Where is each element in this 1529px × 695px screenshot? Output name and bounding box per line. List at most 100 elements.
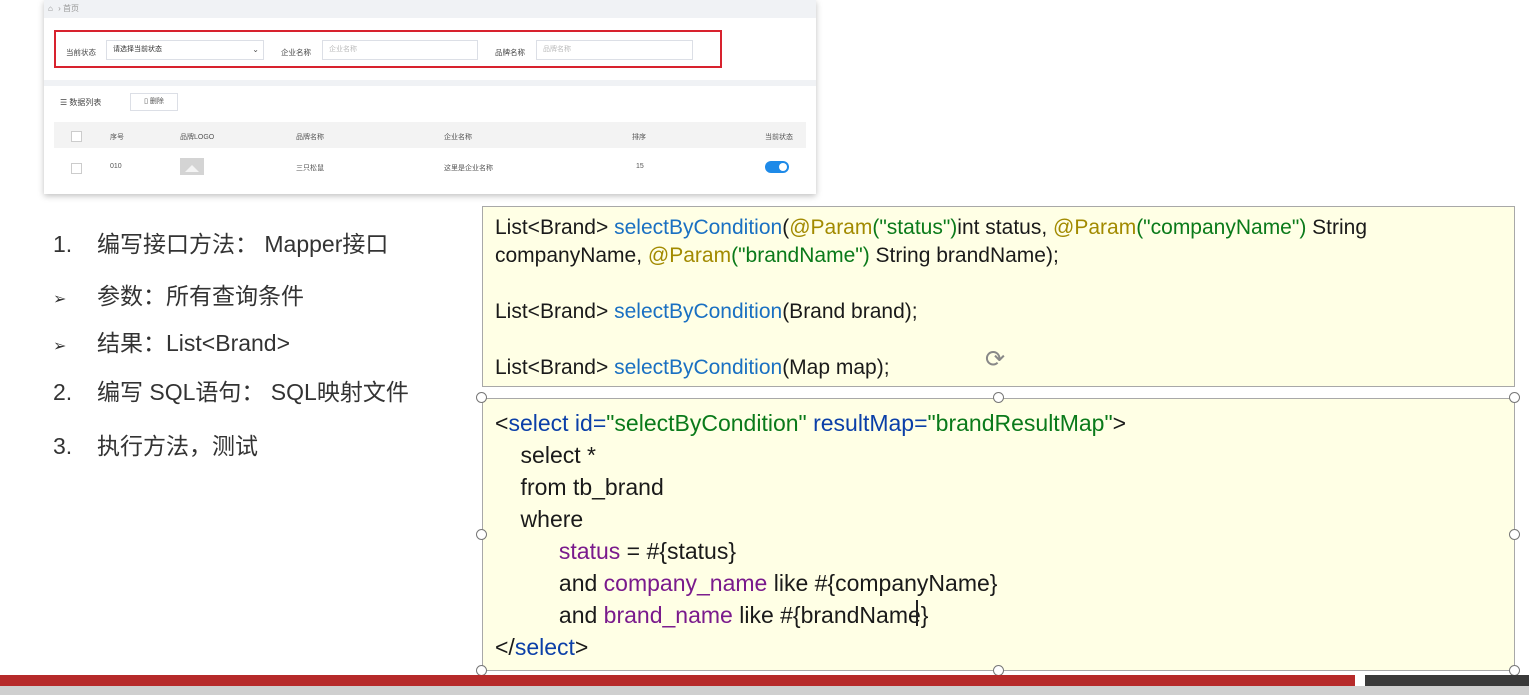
- row-brand-name: 三只松鼠: [296, 165, 324, 172]
- outline-marker: 2.: [53, 379, 73, 405]
- list-icon: ☰: [60, 98, 68, 107]
- code-text: >: [1112, 410, 1127, 436]
- code-text: = #{status}: [620, 538, 737, 564]
- outline-marker: 3.: [53, 433, 73, 459]
- code-method-name: selectByCondition: [614, 356, 783, 379]
- resize-handle-top[interactable]: [993, 392, 1004, 403]
- code-text: <: [495, 410, 509, 436]
- code-attribute: id=: [568, 410, 607, 436]
- code-text: List<Brand>: [495, 300, 615, 323]
- code-string: "brandResultMap": [927, 410, 1113, 436]
- code-tag: select: [508, 410, 569, 436]
- code-text: String brandName);: [869, 244, 1059, 267]
- column-header-id: 序号: [110, 134, 124, 141]
- code-line-brand: and brand_name like #{brandName}: [495, 599, 1502, 631]
- column-header-logo: 品牌LOGO: [180, 134, 215, 141]
- table-header: [54, 122, 806, 148]
- image-placeholder-icon: [180, 158, 204, 175]
- code-line-from: from tb_brand: [495, 474, 664, 500]
- text-cursor: [916, 600, 918, 626]
- rotate-handle-icon[interactable]: ⟳: [985, 345, 1005, 374]
- data-list-title: ☰ 数据列表: [60, 97, 101, 108]
- footer-bar-red: [0, 675, 1355, 686]
- outline-marker: 1.: [53, 231, 73, 257]
- footer-bar-gray: [0, 686, 1529, 695]
- code-text: and: [558, 602, 604, 628]
- column-header-brand: 品牌名称: [296, 134, 324, 141]
- breadcrumb-home[interactable]: 首页: [63, 4, 79, 13]
- breadcrumb-separator: ›: [58, 4, 61, 13]
- status-select[interactable]: 请选择当前状态 ⌄: [106, 40, 264, 60]
- code-text: like #{companyName}: [767, 570, 998, 596]
- code-line-params: List<Brand> selectByCondition(@Param("st…: [495, 214, 1502, 270]
- outline-text: 参数：所有查询条件: [97, 283, 304, 309]
- filter-panel: 当前状态 请选择当前状态 ⌄ 企业名称 企业名称 品牌名称 品牌名称: [44, 18, 816, 80]
- code-method-name: selectByCondition: [614, 300, 783, 323]
- code-string: ("status"): [872, 216, 958, 239]
- code-annotation: @Param: [647, 244, 732, 267]
- brand-input[interactable]: 品牌名称: [536, 40, 693, 60]
- outline-item-4: 2. 编写 SQL语句： SQL映射文件: [53, 373, 409, 407]
- company-filter-label: 企业名称: [281, 48, 311, 57]
- row-checkbox[interactable]: [71, 163, 82, 174]
- column-header-status: 当前状态: [765, 134, 793, 141]
- resize-handle-right[interactable]: [1509, 529, 1520, 540]
- resize-handle-left[interactable]: [476, 529, 487, 540]
- outline-text: 结果：List<Brand>: [97, 330, 291, 356]
- arrow-bullet-icon: ➢: [53, 338, 67, 355]
- embedded-admin-screenshot: ⌂ › 首页 当前状态 请选择当前状态 ⌄ 企业名称 企业名称 品牌名称 品牌名…: [44, 0, 816, 194]
- code-text: List<Brand>: [495, 356, 615, 379]
- brand-filter-label: 品牌名称: [495, 48, 525, 57]
- status-toggle[interactable]: [765, 161, 789, 173]
- status-select-value: 请选择当前状态: [113, 46, 162, 53]
- outline-item-3: ➢ 结果：List<Brand>: [53, 324, 290, 358]
- status-filter-label: 当前状态: [66, 48, 96, 57]
- outline-item-2: ➢ 参数：所有查询条件: [53, 277, 304, 311]
- code-tag: select: [514, 634, 575, 660]
- row-id: 010: [110, 163, 122, 170]
- data-list-panel: ☰ 数据列表 ▯ 删除 序号 品牌LOGO 品牌名称 企业名称 排序 当前状态 …: [44, 86, 816, 194]
- outline-text: 编写接口方法： Mapper接口: [97, 231, 389, 257]
- outline-text: 编写 SQL语句： SQL映射文件: [97, 379, 409, 405]
- company-input[interactable]: 企业名称: [322, 40, 478, 60]
- code-line-where: where: [495, 506, 584, 532]
- code-line-select: select *: [495, 442, 596, 468]
- home-icon[interactable]: ⌂: [48, 4, 53, 13]
- code-string: ("companyName"): [1136, 216, 1307, 239]
- code-column: company_name: [603, 570, 768, 596]
- resize-handle-top-left[interactable]: [476, 392, 487, 403]
- row-order: 15: [636, 163, 644, 170]
- data-list-title-text: 数据列表: [69, 98, 102, 107]
- delete-button[interactable]: ▯ 删除: [130, 93, 178, 111]
- code-line-company: and company_name like #{companyName}: [495, 567, 1502, 599]
- code-text: companyName,: [495, 244, 648, 267]
- code-string: ("brandName"): [731, 244, 870, 267]
- code-line-pojo: List<Brand> selectByCondition(Brand bran…: [495, 298, 1502, 326]
- chevron-down-icon: ⌄: [252, 45, 259, 54]
- code-string: "selectByCondition": [606, 410, 807, 436]
- code-column: status: [558, 538, 621, 564]
- code-line-status: status = #{status}: [495, 535, 1502, 567]
- arrow-bullet-icon: ➢: [53, 291, 67, 308]
- column-header-order: 排序: [632, 134, 646, 141]
- code-text: </: [495, 634, 515, 660]
- code-text: like #{brandName}: [732, 602, 929, 628]
- outline-text: 执行方法，测试: [97, 433, 258, 459]
- delete-button-label: 删除: [149, 98, 164, 105]
- footer-bar-dark: [1365, 675, 1529, 686]
- code-line-select-open: <select id="selectByCondition" resultMap…: [495, 407, 1502, 439]
- row-company-name: 这里是企业名称: [444, 165, 493, 172]
- resize-handle-top-right[interactable]: [1509, 392, 1520, 403]
- code-column: brand_name: [603, 602, 733, 628]
- code-method-name: selectByCondition: [614, 216, 783, 239]
- code-text: List<Brand>: [495, 216, 615, 239]
- sql-mapping-code-box[interactable]: <select id="selectByCondition" resultMap…: [482, 398, 1515, 671]
- trash-icon: ▯: [144, 98, 148, 105]
- breadcrumb: ⌂ › 首页: [48, 3, 79, 14]
- code-annotation: @Param: [789, 216, 873, 239]
- select-all-checkbox[interactable]: [71, 131, 82, 142]
- code-attribute: resultMap=: [806, 410, 928, 436]
